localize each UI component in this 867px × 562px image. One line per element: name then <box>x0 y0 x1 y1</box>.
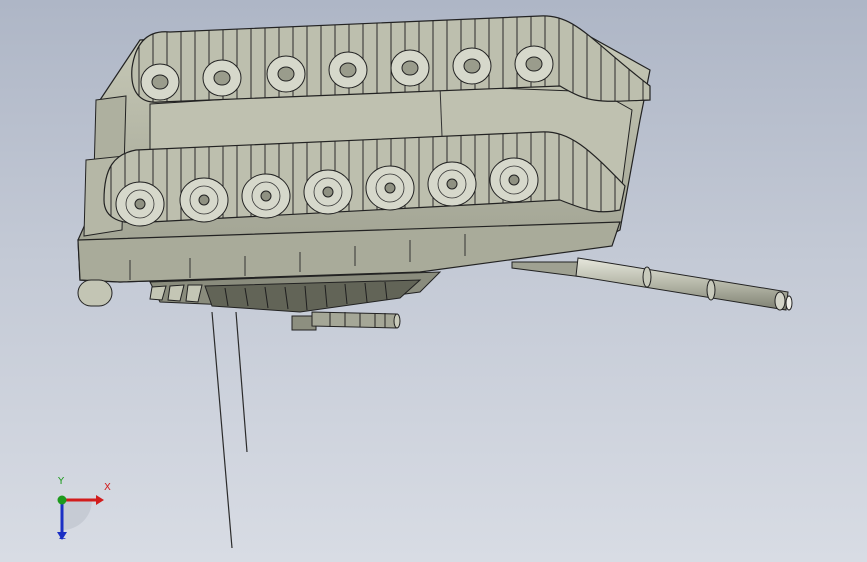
track-upper <box>131 15 651 103</box>
z-axis-label: Z <box>59 531 66 542</box>
gun-barrel <box>511 257 793 311</box>
machine-gun <box>291 311 401 331</box>
orientation-triad[interactable]: X Y Z <box>40 476 120 548</box>
graphics-viewport[interactable]: X Y Z <box>0 0 867 562</box>
tank-model[interactable] <box>0 0 867 562</box>
antenna-line <box>211 311 233 549</box>
x-axis-label: X <box>104 482 111 493</box>
y-axis-label: Y <box>58 476 65 487</box>
antenna-line <box>235 311 248 453</box>
